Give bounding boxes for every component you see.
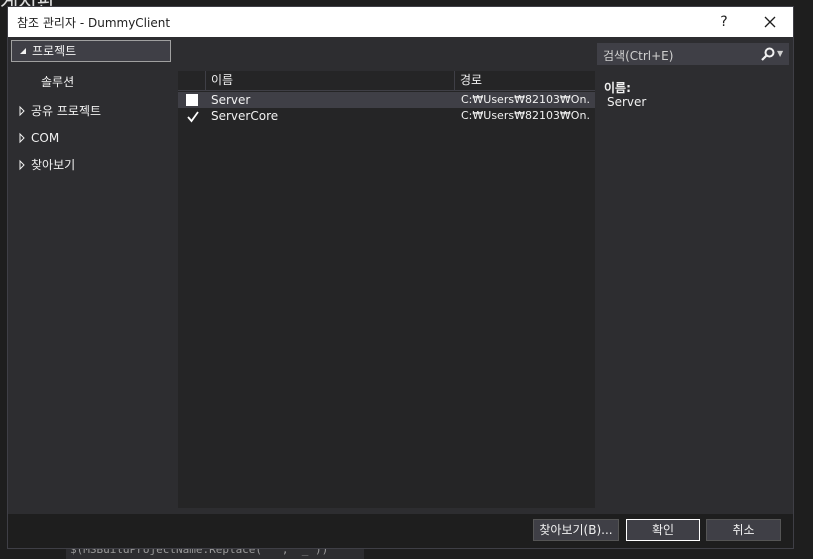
- list-item[interactable]: Server C:₩Users₩82103₩On...: [178, 92, 595, 108]
- details-panel: 이름: Server: [602, 71, 787, 271]
- cancel-button[interactable]: 취소: [706, 519, 781, 541]
- sidebar-item-label: COM: [31, 131, 60, 145]
- list-item[interactable]: ServerCore C:₩Users₩82103₩On...: [178, 108, 595, 124]
- sidebar-item-label: 프로젝트: [32, 44, 77, 58]
- reference-name: Server: [211, 93, 251, 107]
- column-header-name[interactable]: 이름: [206, 71, 455, 90]
- reference-path: C:₩Users₩82103₩On...: [461, 93, 591, 106]
- sidebar-item-com[interactable]: COM: [11, 127, 171, 149]
- sidebar-item-shared-projects[interactable]: 공유 프로젝트: [11, 100, 171, 122]
- browse-button[interactable]: 찾아보기(B)...: [533, 519, 619, 541]
- collapsed-arrow-icon[interactable]: [18, 154, 26, 185]
- dialog-footer: 찾아보기(B)... 확인 취소: [8, 514, 793, 548]
- reference-path: C:₩Users₩82103₩On...: [461, 109, 591, 122]
- sidebar-item-browse[interactable]: 찾아보기: [11, 154, 171, 176]
- close-button[interactable]: [757, 10, 783, 34]
- ok-button[interactable]: 확인: [626, 519, 700, 541]
- search-input[interactable]: 검색(Ctrl+E) ▼: [597, 43, 789, 65]
- checkmark-icon: [187, 111, 199, 123]
- sidebar-item-label: 솔루션: [41, 75, 75, 89]
- list-header: 이름 경로: [178, 71, 595, 91]
- details-name-label: 이름:: [604, 81, 631, 95]
- search-icon[interactable]: [760, 46, 776, 62]
- title-bar[interactable]: 참조 관리자 - DummyClient ?: [8, 7, 793, 37]
- close-icon: [764, 16, 776, 28]
- sidebar-item-solution[interactable]: 솔루션: [11, 71, 171, 93]
- column-header-check[interactable]: [178, 71, 206, 90]
- sidebar-item-label: 찾아보기: [31, 158, 76, 172]
- search-options-chevron-icon[interactable]: ▼: [777, 46, 783, 62]
- help-button[interactable]: ?: [711, 10, 737, 34]
- background-right: [793, 0, 813, 559]
- reference-manager-dialog: 참조 관리자 - DummyClient ? 프로젝트 솔루션 공유 프로젝트: [8, 7, 793, 548]
- reference-list: 이름 경로 Server C:₩Users₩82103₩On... Server…: [178, 71, 595, 508]
- reference-name: ServerCore: [211, 109, 279, 123]
- search-placeholder: 검색(Ctrl+E): [603, 49, 674, 63]
- expanded-arrow-icon: [19, 41, 27, 69]
- column-header-path[interactable]: 경로: [455, 71, 595, 90]
- category-sidebar: 프로젝트 솔루션 공유 프로젝트 COM 찾아보기: [8, 37, 178, 514]
- dialog-title: 참조 관리자 - DummyClient: [17, 16, 171, 30]
- details-name-value: Server: [607, 95, 647, 109]
- sidebar-item-projects[interactable]: 프로젝트: [11, 40, 171, 62]
- reference-checkbox[interactable]: [186, 94, 198, 106]
- reference-checkbox[interactable]: [186, 110, 199, 123]
- sidebar-item-label: 공유 프로젝트: [31, 104, 102, 118]
